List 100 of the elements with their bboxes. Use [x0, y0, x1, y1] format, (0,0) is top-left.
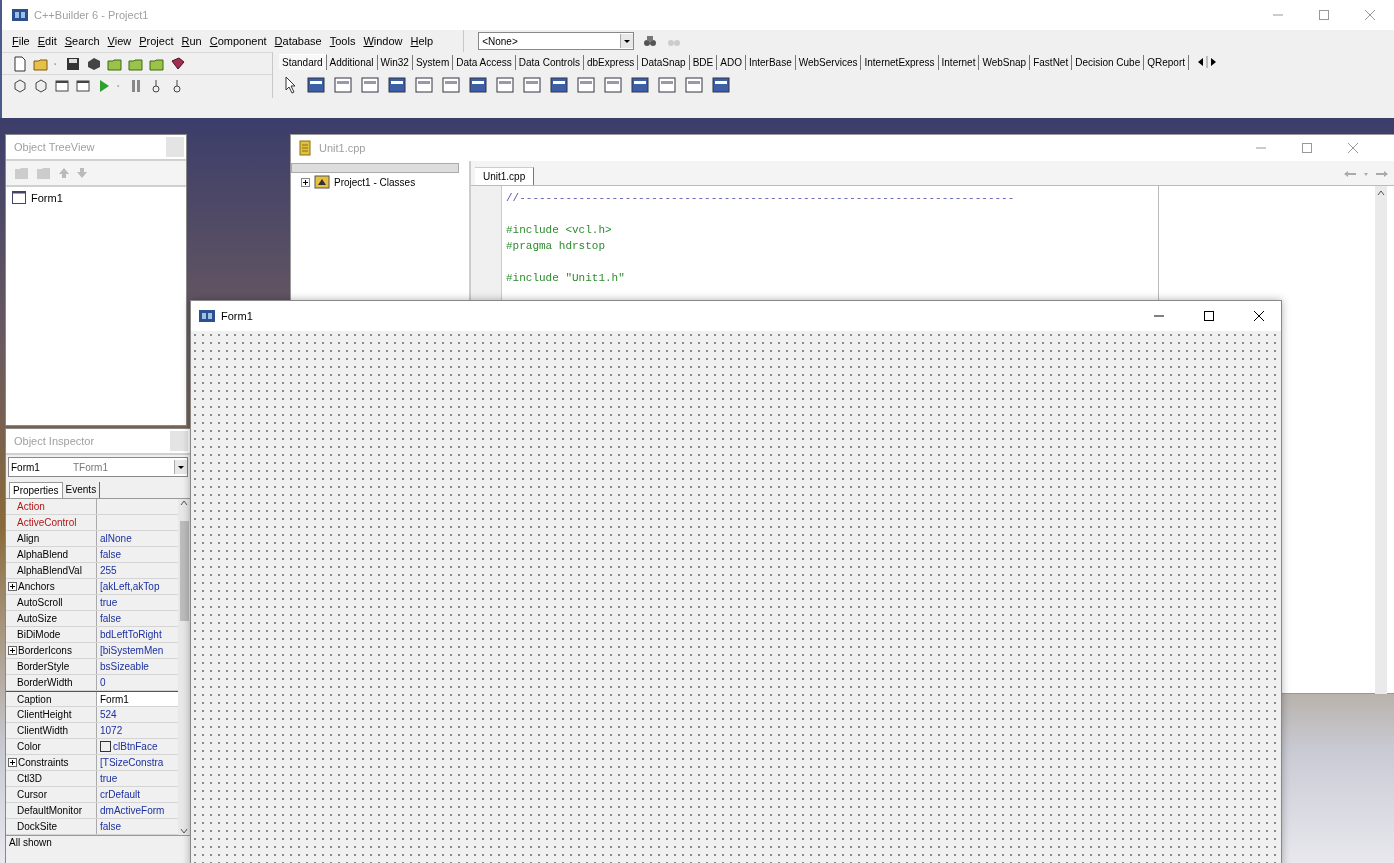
menu-item[interactable]: Help — [410, 35, 434, 47]
window-icon[interactable] — [54, 77, 70, 94]
panel-grip[interactable] — [170, 431, 188, 451]
property-name[interactable]: BorderWidth — [8, 677, 73, 688]
component-icon[interactable] — [387, 75, 407, 95]
property-name[interactable]: Ctl3D — [8, 773, 42, 784]
property-value[interactable]: [akLeft,akTop — [100, 581, 160, 592]
palette-tab[interactable]: FastNet — [1030, 54, 1073, 70]
scrollbar-thumb[interactable] — [179, 521, 189, 621]
palette-tab[interactable]: Internet — [938, 54, 980, 70]
scroll-up-icon[interactable] — [179, 499, 189, 507]
property-value[interactable]: clBtnFace — [113, 741, 158, 752]
property-name[interactable]: BiDiMode — [8, 629, 61, 640]
property-value[interactable]: [TSizeConstra — [100, 757, 164, 768]
property-value[interactable]: dmActiveForm — [100, 805, 165, 816]
palette-tab[interactable]: Decision Cube — [1072, 54, 1145, 70]
expand-icon[interactable] — [8, 582, 17, 591]
tree-item[interactable]: Project1 - Classes — [334, 176, 416, 188]
palette-tab[interactable]: QReport — [1144, 54, 1190, 70]
maximize-icon[interactable] — [1203, 310, 1215, 322]
arrow-up-icon[interactable] — [58, 167, 70, 179]
component-icon[interactable] — [306, 75, 326, 95]
property-name[interactable]: ClientWidth — [8, 725, 69, 736]
expand-icon[interactable] — [8, 646, 17, 655]
palette-tab[interactable]: dbExpress — [583, 54, 639, 70]
scrollbar[interactable] — [1375, 186, 1387, 694]
property-name[interactable]: AutoSize — [8, 613, 58, 624]
menu-item[interactable]: View — [107, 35, 132, 47]
save-icon[interactable] — [65, 55, 81, 72]
forward-arrow-icon[interactable] — [1375, 169, 1389, 179]
binoculars-icon[interactable] — [642, 33, 659, 49]
new-file-icon[interactable] — [12, 55, 28, 72]
menu-item[interactable]: Project — [139, 35, 174, 47]
property-name[interactable]: Action — [8, 501, 45, 512]
property-name[interactable]: Color — [8, 741, 41, 752]
property-value[interactable]: 0 — [100, 677, 106, 688]
property-value[interactable]: crDefault — [100, 789, 140, 800]
menu-item[interactable]: File — [12, 35, 30, 47]
component-icon[interactable] — [630, 75, 650, 95]
component-icon[interactable] — [711, 75, 731, 95]
palette-tab[interactable]: Data Access — [453, 54, 516, 70]
property-name[interactable]: BorderStyle — [8, 661, 70, 672]
palette-tab[interactable]: Win32 — [377, 54, 413, 70]
palette-tab[interactable]: BDE — [689, 54, 718, 70]
property-name[interactable]: AutoScroll — [8, 597, 63, 608]
property-name[interactable]: ClientHeight — [8, 709, 72, 720]
property-name[interactable]: Constraints — [18, 757, 69, 768]
expand-icon[interactable] — [301, 177, 310, 187]
inspector-tab[interactable]: Properties — [9, 482, 63, 498]
arrow-down-icon[interactable] — [76, 167, 88, 179]
property-name[interactable]: BorderIcons — [18, 645, 72, 656]
property-name[interactable]: Align — [8, 533, 40, 544]
menu-item[interactable]: Database — [274, 35, 322, 47]
property-value[interactable]: true — [100, 773, 118, 784]
expand-icon[interactable] — [8, 758, 17, 767]
property-value[interactable]: true — [100, 597, 118, 608]
panel-grip[interactable] — [166, 137, 184, 157]
property-name[interactable]: Anchors — [18, 581, 55, 592]
inspector-tab[interactable]: Events — [62, 482, 101, 498]
palette-tab[interactable]: ADO — [717, 54, 746, 70]
palette-tab[interactable]: WebSnap — [979, 54, 1031, 70]
palette-tab[interactable]: Standard — [279, 54, 327, 70]
property-value[interactable]: 1072 — [100, 725, 123, 736]
property-name[interactable]: ActiveControl — [8, 517, 77, 528]
property-value[interactable]: 255 — [100, 565, 117, 576]
palette-tab[interactable]: DataSnap — [638, 54, 690, 70]
property-value[interactable]: false — [100, 613, 122, 624]
target-combo[interactable]: <None> — [478, 32, 635, 50]
property-value[interactable]: [biSystemMen — [100, 645, 164, 656]
menu-item[interactable]: Tools — [329, 35, 356, 47]
property-value[interactable]: false — [100, 821, 122, 832]
editor-tab[interactable]: Unit1.cpp — [475, 167, 535, 185]
dropdown-icon[interactable] — [620, 34, 634, 48]
menu-item[interactable]: Edit — [37, 35, 57, 47]
component-icon[interactable] — [468, 75, 488, 95]
property-value[interactable]: bdLeftToRight — [100, 629, 162, 640]
tree-item[interactable]: Form1 — [31, 191, 63, 204]
property-name[interactable]: Caption — [8, 693, 52, 705]
component-icon[interactable] — [549, 75, 569, 95]
property-value[interactable]: false — [100, 549, 122, 560]
menu-item[interactable]: Component — [209, 35, 267, 47]
scrollbar[interactable] — [178, 499, 190, 835]
menu-item[interactable]: Search — [64, 35, 100, 47]
palette-tab[interactable]: Additional — [326, 54, 378, 70]
palette-tab[interactable]: InterBase — [745, 54, 796, 70]
property-name[interactable]: DockSite — [8, 821, 57, 832]
cube-icon[interactable] — [33, 77, 49, 94]
close-icon[interactable] — [1253, 310, 1265, 322]
window-icon[interactable] — [75, 77, 91, 94]
property-name[interactable]: Cursor — [8, 789, 47, 800]
dropdown-icon[interactable] — [174, 460, 187, 474]
scroll-down-icon[interactable] — [179, 827, 189, 835]
block-icon[interactable] — [86, 55, 102, 72]
palette-tab[interactable]: Data Controls — [515, 54, 584, 70]
property-name[interactable]: DefaultMonitor — [8, 805, 83, 816]
palette-tab[interactable]: InternetExpress — [861, 54, 939, 70]
property-name[interactable]: AlphaBlend — [8, 549, 69, 560]
palette-tab[interactable]: System — [412, 54, 454, 70]
back-arrow-icon[interactable] — [1343, 169, 1357, 179]
menu-item[interactable]: Window — [363, 35, 403, 47]
